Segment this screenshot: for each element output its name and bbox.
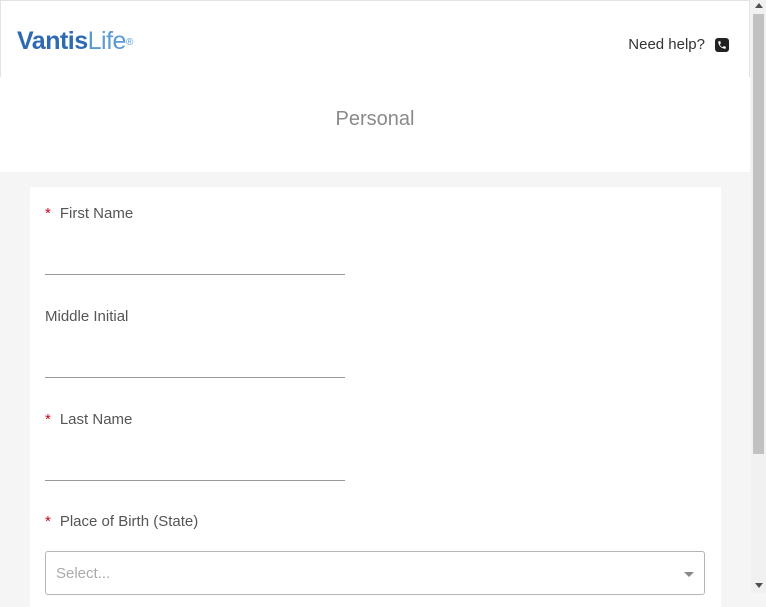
vantis-life-logo[interactable]: VantisLife® bbox=[17, 26, 133, 56]
place-of-birth-label: * Place of Birth (State) bbox=[45, 513, 198, 530]
select-placeholder: Select... bbox=[56, 565, 111, 582]
first-name-label-text: First Name bbox=[59, 205, 134, 222]
last-name-label-text: Last Name bbox=[59, 411, 133, 428]
chevron-down-icon[interactable] bbox=[684, 572, 694, 577]
last-name-input[interactable] bbox=[45, 450, 345, 481]
required-marker: * bbox=[45, 411, 51, 428]
scroll-thumb[interactable] bbox=[753, 14, 764, 454]
required-marker: * bbox=[45, 205, 51, 222]
scroll-up-arrow-icon[interactable] bbox=[755, 3, 763, 8]
vertical-scrollbar[interactable] bbox=[751, 0, 766, 593]
app: VantisLife® Need help? Personal * First N… bbox=[0, 0, 751, 607]
need-help-label: Need help? bbox=[628, 36, 705, 53]
middle-initial-input[interactable] bbox=[45, 347, 345, 378]
need-help-link[interactable]: Need help? bbox=[628, 36, 729, 53]
first-name-input[interactable] bbox=[45, 244, 345, 275]
middle-initial-label: Middle Initial bbox=[45, 308, 129, 325]
logo-reg-mark: ® bbox=[125, 37, 133, 48]
place-of-birth-label-text: Place of Birth (State) bbox=[59, 513, 199, 530]
title-band: Personal bbox=[0, 77, 750, 172]
required-marker: * bbox=[45, 513, 51, 530]
header: VantisLife® Need help? bbox=[0, 0, 750, 77]
scroll-down-arrow-icon[interactable] bbox=[755, 583, 763, 588]
last-name-label: * Last Name bbox=[45, 411, 132, 428]
place-of-birth-select[interactable]: Select... bbox=[45, 551, 705, 595]
logo-sub-text: Life bbox=[87, 27, 127, 55]
first-name-label: * First Name bbox=[45, 205, 133, 222]
logo-brand-text: Vantis bbox=[17, 27, 88, 55]
personal-form: * First Name Middle Initial * Last Name * P… bbox=[30, 187, 721, 607]
page-title: Personal bbox=[335, 108, 415, 130]
phone-icon[interactable] bbox=[715, 37, 729, 52]
phone-glyph bbox=[718, 40, 726, 49]
